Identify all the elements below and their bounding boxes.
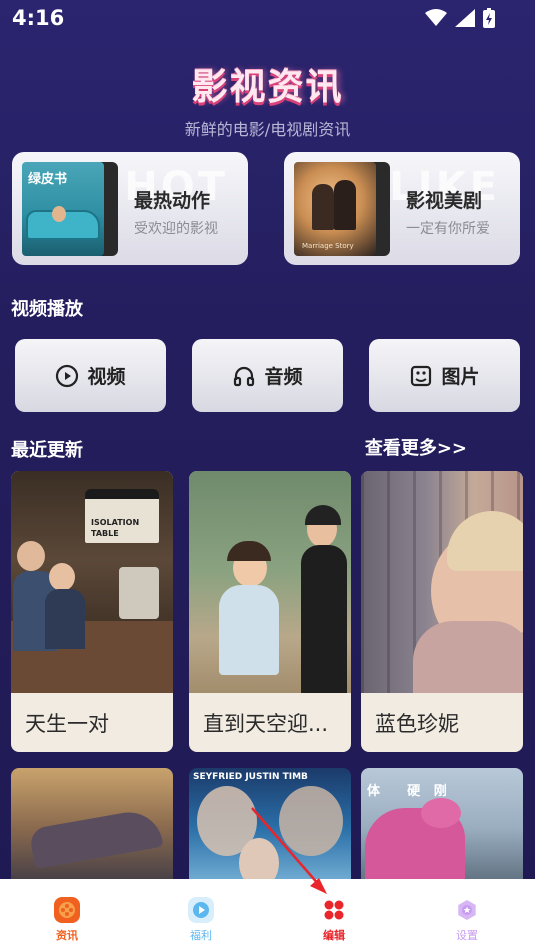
see-more-link[interactable]: 查看更多>> bbox=[365, 434, 467, 460]
image-button-label: 图片 bbox=[441, 366, 480, 388]
play-icon bbox=[188, 897, 214, 923]
movie-card[interactable]: 蓝色珍妮 bbox=[361, 471, 523, 752]
feature-card-hot-action[interactable]: HOT 绿皮书 最热动作 受欢迎的影视 bbox=[12, 152, 248, 265]
status-bar: 4:16 bbox=[0, 0, 535, 38]
bottom-nav: 资讯 福利 编辑 设置 bbox=[0, 879, 535, 951]
gear-icon bbox=[454, 897, 480, 923]
headphones-icon bbox=[234, 366, 255, 386]
nav-item-news[interactable]: 资讯 bbox=[37, 897, 97, 943]
feature-poster: Marriage Story bbox=[294, 162, 376, 256]
poster-caption: 体 硬 刚 bbox=[367, 784, 447, 799]
app-subtitle: 新鲜的电影/电视剧资讯 bbox=[184, 120, 351, 139]
grid-icon bbox=[321, 897, 347, 923]
movie-title: 蓝色珍妮 bbox=[375, 712, 459, 736]
poster-sign: ISOLATION TABLE bbox=[91, 518, 140, 538]
media-section-title: 视频播放 bbox=[11, 299, 83, 320]
poster-title: 绿皮书 bbox=[28, 172, 68, 187]
movie-poster bbox=[361, 471, 523, 693]
audio-button-label: 音频 bbox=[264, 366, 303, 388]
nav-label: 福利 bbox=[190, 929, 212, 942]
feature-title: 最热动作 bbox=[134, 190, 211, 212]
image-button[interactable]: 图片 bbox=[369, 339, 520, 412]
movie-card[interactable]: 直到天空迎... bbox=[189, 471, 351, 752]
battery-icon bbox=[483, 8, 495, 28]
app-title: 影视资讯 bbox=[191, 67, 344, 108]
nav-label: 设置 bbox=[456, 929, 478, 942]
movie-title: 直到天空迎... bbox=[203, 712, 329, 736]
nav-label: 编辑 bbox=[323, 929, 345, 942]
film-reel-icon bbox=[54, 897, 80, 923]
feature-card-us-drama[interactable]: LIKE Marriage Story 影视美剧 一定有你所爱 bbox=[284, 152, 520, 265]
recent-section-title: 最近更新 bbox=[11, 440, 83, 461]
wifi-icon bbox=[425, 9, 447, 26]
play-circle-icon bbox=[56, 364, 79, 387]
movie-title: 天生一对 bbox=[25, 712, 109, 736]
nav-item-settings[interactable]: 设置 bbox=[437, 897, 497, 943]
signal-icon bbox=[455, 9, 475, 27]
movie-card[interactable]: 体 硬 刚 bbox=[361, 768, 523, 888]
feature-poster: 绿皮书 bbox=[22, 162, 104, 256]
movie-card[interactable] bbox=[11, 768, 173, 888]
nav-item-edit[interactable]: 编辑 bbox=[304, 897, 364, 943]
movie-card[interactable]: SEYFRIED JUSTIN TIMB bbox=[189, 768, 351, 888]
movie-poster: ISOLATION TABLE bbox=[11, 471, 173, 693]
nav-label: 资讯 bbox=[56, 929, 78, 942]
movie-card[interactable]: ISOLATION TABLE 天生一对 bbox=[11, 471, 173, 752]
movie-poster bbox=[189, 471, 351, 693]
status-time: 4:16 bbox=[12, 6, 65, 30]
video-button-label: 视频 bbox=[87, 366, 126, 388]
audio-button[interactable]: 音频 bbox=[192, 339, 343, 412]
video-button[interactable]: 视频 bbox=[15, 339, 166, 412]
poster-title: Marriage Story bbox=[302, 242, 354, 250]
feature-subtitle: 受欢迎的影视 bbox=[134, 221, 218, 237]
feature-subtitle: 一定有你所爱 bbox=[406, 221, 490, 237]
poster-caption: SEYFRIED JUSTIN TIMB bbox=[193, 772, 308, 782]
image-icon bbox=[411, 365, 432, 386]
nav-item-welfare[interactable]: 福利 bbox=[171, 897, 231, 943]
feature-title: 影视美剧 bbox=[406, 190, 483, 212]
